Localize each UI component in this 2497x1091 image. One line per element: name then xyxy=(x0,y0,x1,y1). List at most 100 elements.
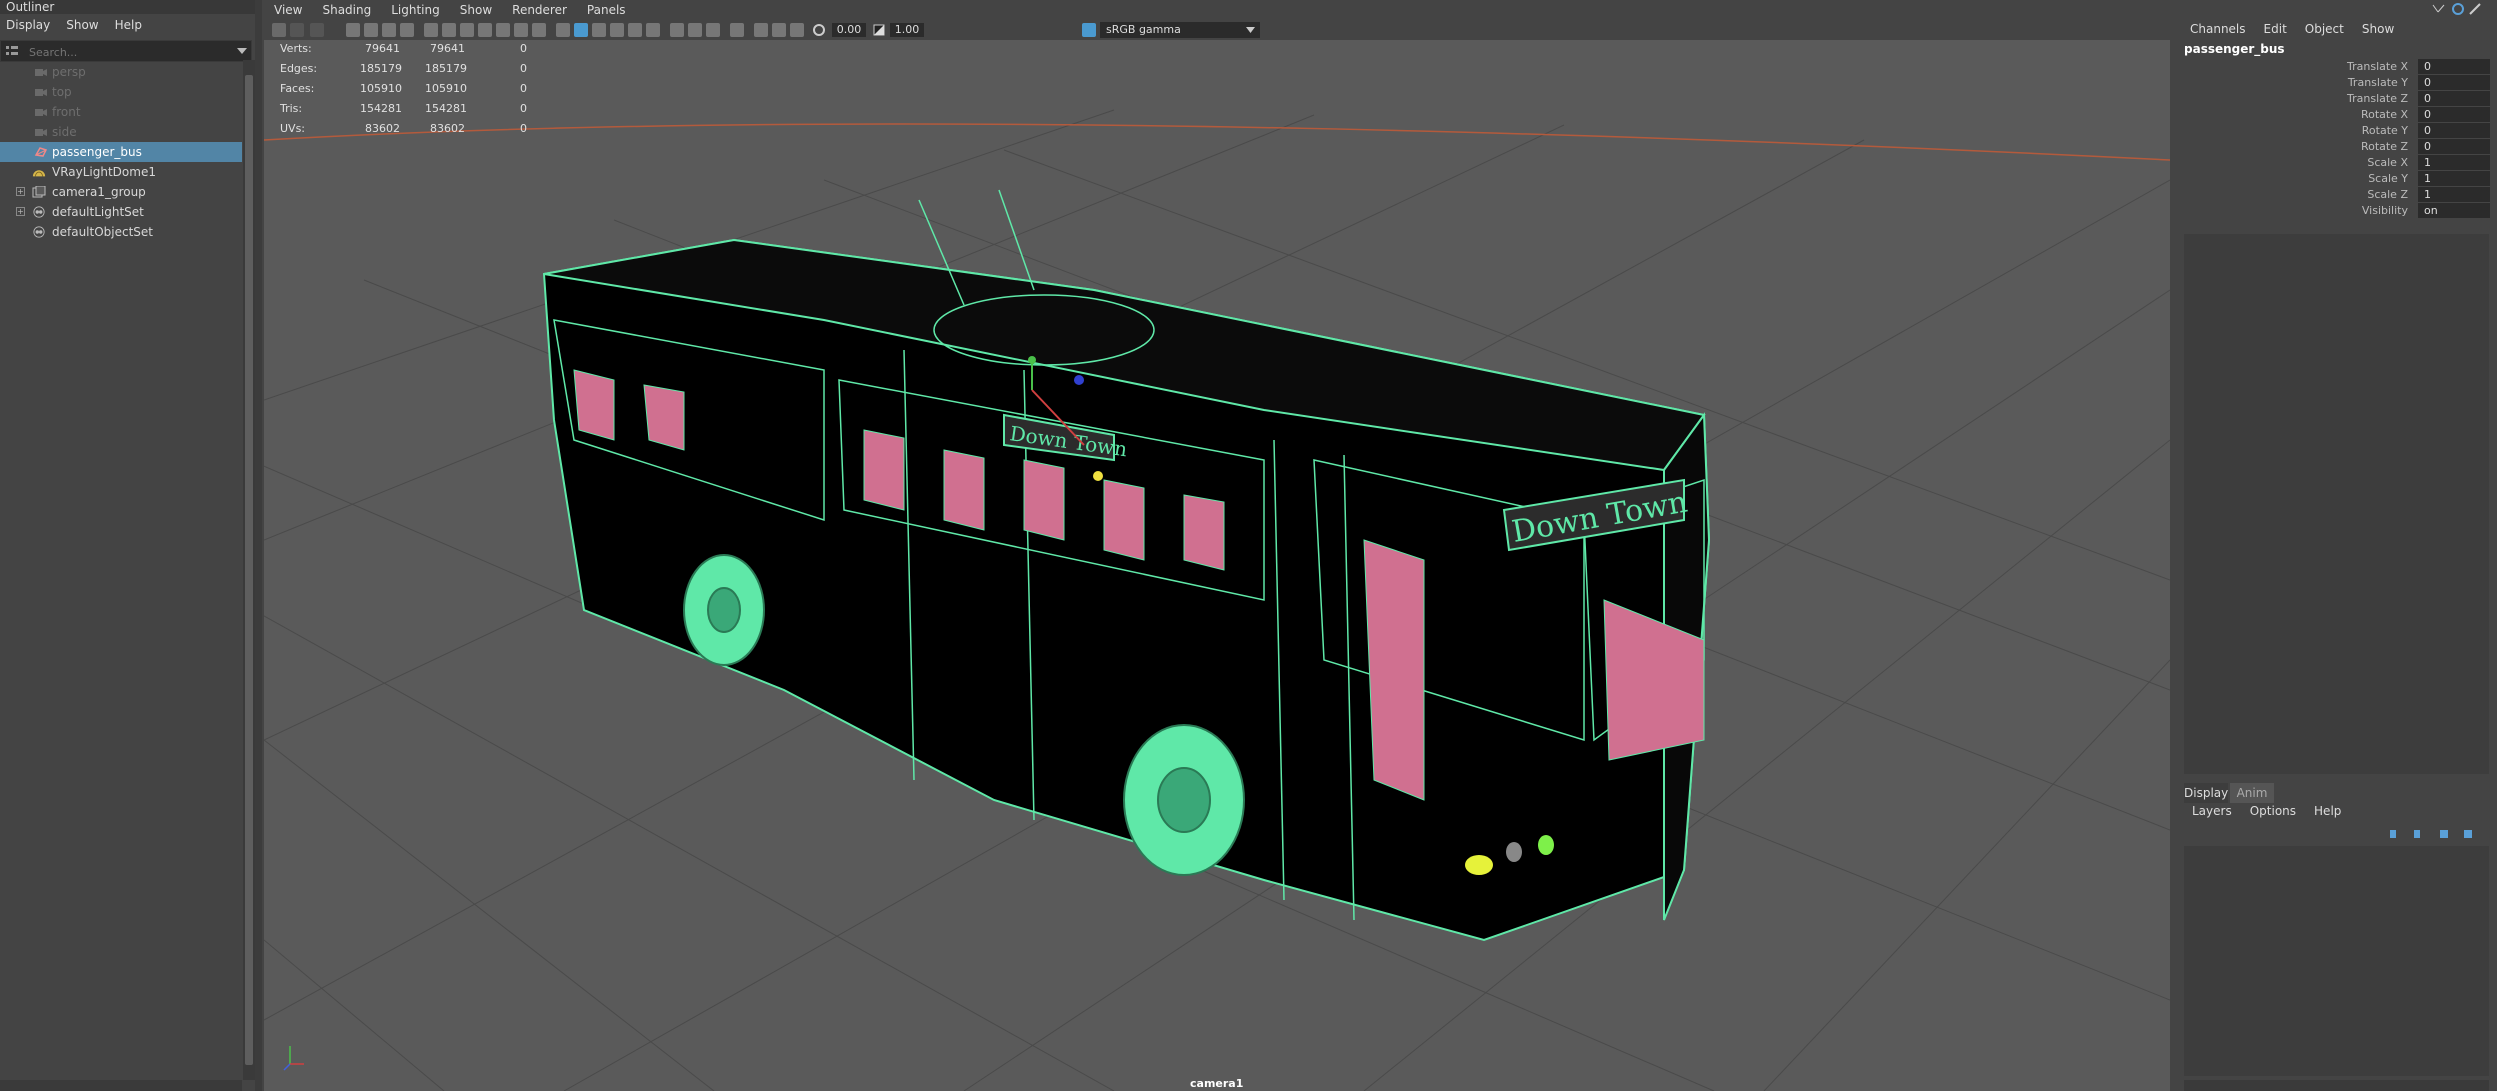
attr-value-field[interactable]: 0 xyxy=(2418,91,2490,106)
layer-list-area xyxy=(2184,846,2489,1076)
menu-edit[interactable]: Edit xyxy=(2264,22,2287,36)
bookmark-icon[interactable] xyxy=(310,23,324,37)
textured-icon[interactable] xyxy=(610,23,624,37)
outliner-item-top[interactable]: top xyxy=(0,82,242,102)
shadows-icon[interactable] xyxy=(646,23,660,37)
menu-display[interactable]: Display xyxy=(6,18,50,36)
attr-translate-x[interactable]: Translate X 0 xyxy=(2180,59,2490,75)
attr-value-field[interactable]: on xyxy=(2418,203,2490,218)
menu-channels[interactable]: Channels xyxy=(2190,22,2246,36)
safe-action-icon[interactable] xyxy=(514,23,528,37)
2d-pan-zoom-icon[interactable] xyxy=(382,23,396,37)
hud-row-edges: Edges: 185179 185179 0 xyxy=(280,62,560,82)
panel-header-icons xyxy=(2432,3,2481,15)
channel-box-menu: Channels Edit Object Show xyxy=(2190,22,2394,36)
chevron-down-icon xyxy=(1246,27,1255,33)
menu-panels[interactable]: Panels xyxy=(577,0,636,20)
attr-visibility[interactable]: Visibility on xyxy=(2180,203,2490,219)
outliner-horizontal-scrollbar[interactable] xyxy=(0,1080,242,1091)
camera-attributes-icon[interactable] xyxy=(346,23,360,37)
menu-show[interactable]: Show xyxy=(2362,22,2394,36)
outliner-item-vraylightdome[interactable]: VRayLightDome1 xyxy=(0,162,242,182)
attr-rotate-x[interactable]: Rotate X 0 xyxy=(2180,107,2490,123)
film-gate-icon[interactable] xyxy=(442,23,456,37)
attr-value-field[interactable]: 1 xyxy=(2418,155,2490,170)
attr-translate-y[interactable]: Translate Y 0 xyxy=(2180,75,2490,91)
menu-help[interactable]: Help xyxy=(115,18,142,36)
outliner-search-box[interactable] xyxy=(0,40,252,62)
anti-aliasing-icon[interactable] xyxy=(790,23,804,37)
default-material-icon[interactable] xyxy=(592,23,606,37)
search-input[interactable] xyxy=(27,43,231,61)
menu-help[interactable]: Help xyxy=(2314,804,2341,818)
attr-scale-y[interactable]: Scale Y 1 xyxy=(2180,171,2490,187)
outliner-item-side[interactable]: side xyxy=(0,122,242,142)
attr-label: Scale X xyxy=(2367,156,2408,169)
move-layer-down-icon xyxy=(2414,830,2420,838)
motion-blur-icon[interactable] xyxy=(772,23,786,37)
search-options-icon[interactable] xyxy=(5,45,19,57)
outliner-title: Outliner xyxy=(0,0,262,14)
attr-value-field[interactable]: 0 xyxy=(2418,75,2490,90)
gamma-field[interactable]: 1.00 xyxy=(890,23,924,37)
outliner-item-defaultobjectset[interactable]: defaultObjectSet xyxy=(0,222,242,242)
safe-title-icon[interactable] xyxy=(532,23,546,37)
attr-value-field[interactable]: 0 xyxy=(2418,107,2490,122)
outliner-item-front[interactable]: front xyxy=(0,102,242,122)
attr-rotate-y[interactable]: Rotate Y 0 xyxy=(2180,123,2490,139)
attr-value-field[interactable]: 0 xyxy=(2418,59,2490,74)
attr-scale-z[interactable]: Scale Z 1 xyxy=(2180,187,2490,203)
outliner-item-defaultlightset[interactable]: + defaultLightSet xyxy=(0,202,242,222)
panel-splitter[interactable] xyxy=(255,0,262,1091)
xray-icon[interactable] xyxy=(670,23,684,37)
xray-joints-icon[interactable] xyxy=(688,23,702,37)
xray-active-icon[interactable] xyxy=(706,23,720,37)
attr-value-field[interactable]: 1 xyxy=(2418,187,2490,202)
expand-icon[interactable]: + xyxy=(16,187,25,196)
menu-lighting[interactable]: Lighting xyxy=(381,0,450,20)
color-management-icon[interactable] xyxy=(1082,23,1096,37)
menu-layers[interactable]: Layers xyxy=(2192,804,2232,818)
menu-view[interactable]: View xyxy=(264,0,312,20)
tab-display[interactable]: Display xyxy=(2184,783,2228,803)
attr-value-field[interactable]: 0 xyxy=(2418,139,2490,154)
expand-icon[interactable]: + xyxy=(16,207,25,216)
image-plane-icon[interactable] xyxy=(364,23,378,37)
channel-box-horizontal-scrollbar[interactable] xyxy=(2184,1080,2489,1091)
menu-renderer[interactable]: Renderer xyxy=(502,0,577,20)
menu-options[interactable]: Options xyxy=(2250,804,2296,818)
outliner-item-persp[interactable]: persp xyxy=(0,62,242,82)
lights-icon[interactable] xyxy=(628,23,642,37)
menu-shading[interactable]: Shading xyxy=(312,0,381,20)
menu-show[interactable]: Show xyxy=(450,0,502,20)
lock-camera-icon[interactable] xyxy=(290,23,304,37)
viewport-toolbar: 0.00 1.00 sRGB gamma xyxy=(264,20,2170,40)
smooth-shade-icon[interactable] xyxy=(574,23,588,37)
hud-row-tris: Tris: 154281 154281 0 xyxy=(280,102,560,122)
ambient-occlusion-icon[interactable] xyxy=(754,23,768,37)
chevron-down-icon[interactable] xyxy=(237,48,247,55)
menu-show[interactable]: Show xyxy=(66,18,98,36)
field-chart-icon[interactable] xyxy=(496,23,510,37)
attr-scale-x[interactable]: Scale X 1 xyxy=(2180,155,2490,171)
scrollbar-thumb[interactable] xyxy=(245,75,253,1065)
3d-viewport[interactable]: Down Town Down Town xyxy=(264,40,2170,1091)
resolution-gate-icon[interactable] xyxy=(460,23,474,37)
attr-translate-z[interactable]: Translate Z 0 xyxy=(2180,91,2490,107)
attr-value-field[interactable]: 0 xyxy=(2418,123,2490,138)
grease-pencil-icon[interactable] xyxy=(400,23,414,37)
wireframe-icon[interactable] xyxy=(556,23,570,37)
exposure-field[interactable]: 0.00 xyxy=(832,23,866,37)
outliner-item-passenger-bus[interactable]: passenger_bus xyxy=(0,142,242,162)
color-space-dropdown[interactable]: sRGB gamma xyxy=(1100,22,1260,38)
isolate-select-icon[interactable] xyxy=(730,23,744,37)
grid-icon[interactable] xyxy=(424,23,438,37)
menu-object[interactable]: Object xyxy=(2305,22,2344,36)
gate-mask-icon[interactable] xyxy=(478,23,492,37)
attr-rotate-z[interactable]: Rotate Z 0 xyxy=(2180,139,2490,155)
outliner-item-camera1-group[interactable]: + camera1_group xyxy=(0,182,242,202)
attr-value-field[interactable]: 1 xyxy=(2418,171,2490,186)
tab-anim[interactable]: Anim xyxy=(2230,783,2274,803)
outliner-item-label: persp xyxy=(52,65,86,79)
select-camera-icon[interactable] xyxy=(272,23,286,37)
